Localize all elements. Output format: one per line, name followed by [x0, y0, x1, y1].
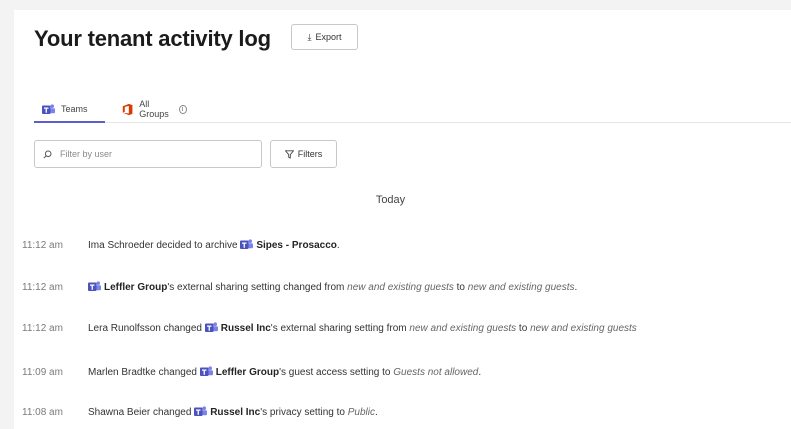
- tab-all-groups[interactable]: All Groups i: [122, 96, 187, 122]
- team-name-link[interactable]: Russel Inc: [221, 323, 271, 334]
- activity-text: Shawna Beier changed Russel Inc's privac…: [88, 406, 378, 418]
- team-name-link[interactable]: Sipes - Prosacco: [256, 240, 337, 251]
- activity-text-segment: .: [336, 240, 340, 251]
- filters-button[interactable]: Filters: [270, 140, 337, 168]
- tab-teams[interactable]: Teams: [42, 96, 88, 122]
- setting-value: new and existing guests: [347, 282, 454, 293]
- activity-text-segment: Ima Schroeder decided to archive: [88, 240, 241, 251]
- export-button[interactable]: ⤓ Export: [291, 24, 358, 50]
- day-header-label: Today: [375, 194, 406, 206]
- setting-value: Guests not allowed: [393, 367, 479, 378]
- tabs-divider: [34, 122, 791, 123]
- activity-text-segment: Shawna Beier changed: [88, 407, 195, 418]
- activity-row: 11:09 am Marlen Bradtke changed Leffler G…: [22, 364, 481, 380]
- activity-time: 11:12 am: [22, 281, 63, 293]
- activity-time: 11:12 am: [22, 239, 63, 251]
- teams-icon: [240, 239, 254, 249]
- activity-text-segment: .: [478, 367, 482, 378]
- activity-row: 11:08 am Shawna Beier changed Russel Inc'…: [22, 404, 378, 420]
- activity-text: Marlen Bradtke changed Leffler Group's g…: [88, 366, 481, 378]
- filter-by-user-input[interactable]: [58, 148, 252, 160]
- activity-text-segment: 's privacy setting to: [260, 407, 348, 418]
- activity-row: 11:12 am Leffler Group's external sharing…: [22, 279, 577, 295]
- activity-row: 11:12 am Lera Runolfsson changed Russel I…: [22, 320, 637, 336]
- activity-text-segment: .: [574, 282, 578, 293]
- activity-row: 11:12 am Ima Schroeder decided to archive…: [22, 237, 340, 253]
- activity-time: 11:08 am: [22, 406, 63, 418]
- day-header: Today: [14, 194, 791, 206]
- activity-time: 11:12 am: [22, 322, 63, 334]
- filter-by-user-field[interactable]: [34, 140, 262, 168]
- office-icon: [122, 103, 133, 115]
- setting-value: new and existing guests: [530, 323, 637, 334]
- setting-value: new and existing guests: [409, 323, 517, 334]
- team-name-link[interactable]: Russel Inc: [210, 407, 260, 418]
- teams-icon: [204, 322, 218, 332]
- setting-value: Public: [347, 407, 375, 418]
- filters-label: Filters: [297, 149, 323, 159]
- teams-icon: [42, 103, 55, 114]
- activity-text-segment: to: [453, 282, 468, 293]
- activity-text-segment: 's external sharing setting from: [270, 323, 410, 334]
- activity-text: Ima Schroeder decided to archive Sipes -…: [88, 239, 340, 251]
- activity-text: Lera Runolfsson changed Russel Inc's ext…: [88, 322, 637, 334]
- tab-label: Teams: [61, 104, 88, 114]
- filter-icon: [284, 149, 294, 159]
- team-name-link[interactable]: Leffler Group: [216, 367, 279, 378]
- teams-icon: [194, 406, 208, 416]
- activity-text-segment: 's guest access setting to: [279, 367, 394, 378]
- activity-text-segment: Marlen Bradtke changed: [88, 367, 200, 378]
- activity-time: 11:09 am: [22, 366, 63, 378]
- activity-text-segment: 's external sharing setting changed from: [167, 282, 348, 293]
- tab-label: All Groups: [139, 99, 169, 119]
- activity-text-segment: .: [374, 407, 378, 418]
- export-label: Export: [315, 32, 342, 42]
- activity-text-segment: Lera Runolfsson changed: [88, 323, 205, 334]
- page-title: Your tenant activity log: [34, 26, 271, 51]
- activity-text: Leffler Group's external sharing setting…: [88, 281, 577, 293]
- teams-icon: [88, 281, 101, 291]
- setting-value: new and existing guests: [467, 282, 575, 293]
- teams-icon: [199, 366, 213, 376]
- download-icon: ⤓: [307, 31, 312, 42]
- info-icon[interactable]: i: [178, 104, 187, 114]
- search-icon: [43, 150, 52, 159]
- activity-text-segment: to: [516, 323, 531, 334]
- active-tab-indicator: [34, 121, 105, 123]
- team-name-link[interactable]: Leffler Group: [104, 282, 167, 293]
